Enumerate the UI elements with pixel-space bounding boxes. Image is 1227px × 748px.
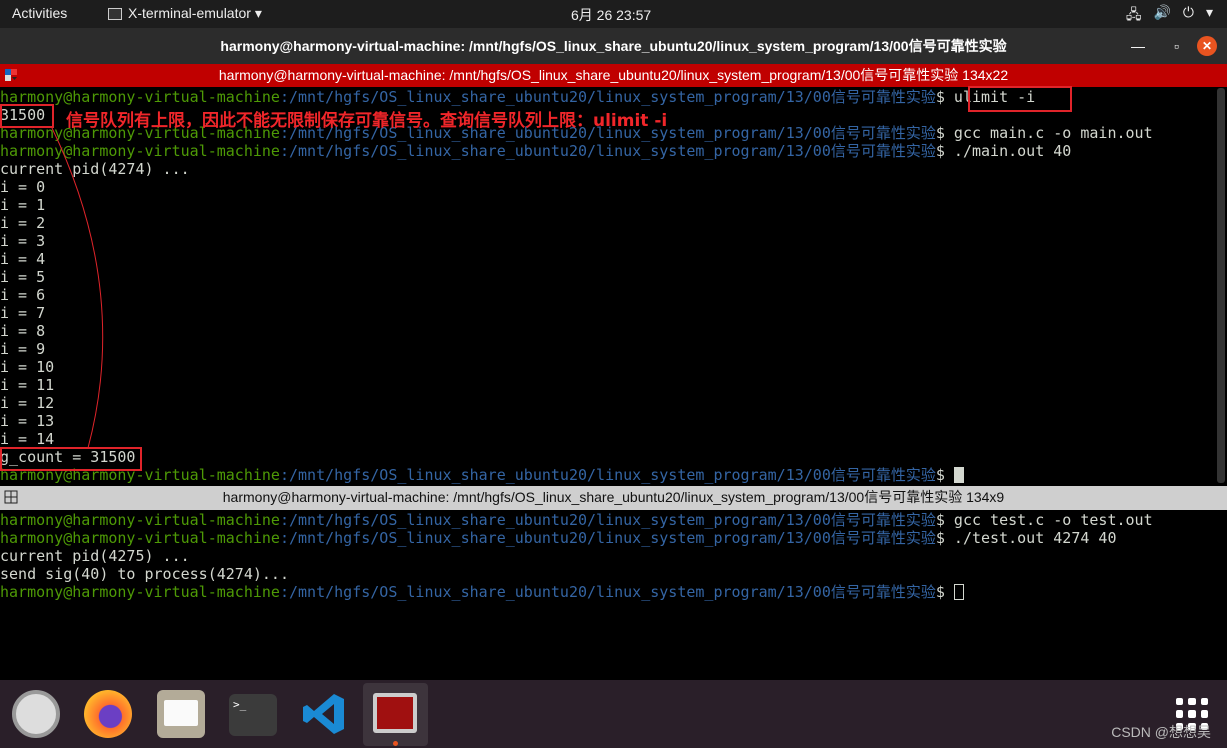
prompt-path: :/mnt/hgfs/OS_linux_share_ubuntu20/linux… — [279, 88, 936, 106]
prompt-path: :/mnt/hgfs/OS_linux_share_ubuntu20/linux… — [279, 466, 936, 484]
output-text: send sig(40) to process(4274)... — [0, 565, 289, 583]
cursor — [953, 584, 964, 600]
terminal-pane-bottom[interactable]: harmony@harmony-virtual-machine:/mnt/hgf… — [0, 511, 1153, 601]
settings-icon[interactable] — [12, 690, 60, 738]
close-button[interactable]: ✕ — [1197, 36, 1217, 56]
terminal-line: harmony@harmony-virtual-machine:/mnt/hgf… — [0, 529, 1153, 547]
prompt-path: :/mnt/hgfs/OS_linux_share_ubuntu20/linux… — [279, 529, 936, 547]
files-icon[interactable] — [157, 690, 205, 738]
prompt-user: harmony@harmony-virtual-machine — [0, 583, 280, 601]
cursor — [953, 467, 964, 483]
pane-title: harmony@harmony-virtual-machine: /mnt/hg… — [222, 489, 1005, 505]
terminal-line: send sig(40) to process(4274)... — [0, 565, 1153, 583]
command: $ — [935, 583, 954, 601]
highlight-box-ulimit — [968, 86, 1072, 112]
terminal-line: current pid(4275) ... — [0, 547, 1153, 565]
terminal-line: harmony@harmony-virtual-machine:/mnt/hgf… — [0, 511, 1153, 529]
maximize-button[interactable]: ▫ — [1174, 28, 1179, 64]
output-text: current pid(4275) ... — [0, 547, 190, 565]
scrollbar[interactable] — [1217, 88, 1225, 483]
watermark: CSDN @想想吴 — [1111, 724, 1211, 740]
dock: >_ — [0, 680, 1227, 748]
pane-title: harmony@harmony-virtual-machine: /mnt/hg… — [218, 67, 1009, 83]
clock[interactable]: 6月 26 23:57 — [571, 5, 651, 25]
command: $ — [935, 466, 954, 484]
pane-titlebar-bottom[interactable]: harmony@harmony-virtual-machine: /mnt/hg… — [0, 486, 1227, 510]
prompt-path: :/mnt/hgfs/OS_linux_share_ubuntu20/linux… — [279, 583, 936, 601]
command: $ ./main.out 40 — [935, 142, 1072, 160]
volume-icon[interactable]: 🔊 — [1153, 4, 1170, 28]
pane-menu-icon[interactable] — [4, 490, 18, 504]
prompt-user: harmony@harmony-virtual-machine — [0, 511, 280, 529]
firefox-icon[interactable] — [84, 690, 132, 738]
running-indicator — [393, 741, 398, 746]
terminal-icon[interactable]: >_ — [229, 694, 277, 736]
annotation-arc — [51, 127, 104, 449]
network-icon[interactable]: 🖧 — [1126, 4, 1142, 28]
prompt-path: :/mnt/hgfs/OS_linux_share_ubuntu20/linux… — [279, 142, 936, 160]
x-terminal-emulator-dock-item[interactable] — [363, 683, 428, 746]
window-title: harmony@harmony-virtual-machine: /mnt/hg… — [220, 38, 1007, 54]
power-icon[interactable]: ⏻ — [1183, 4, 1194, 28]
vscode-icon[interactable] — [300, 690, 348, 738]
terminal-line: harmony@harmony-virtual-machine:/mnt/hgf… — [0, 583, 1153, 601]
chevron-down-icon[interactable]: ▾ — [1206, 4, 1213, 28]
minimize-button[interactable]: — — [1131, 28, 1145, 64]
command: $ ./test.out 4274 40 — [935, 529, 1117, 547]
prompt-user: harmony@harmony-virtual-machine — [0, 529, 280, 547]
prompt-path: :/mnt/hgfs/OS_linux_share_ubuntu20/linux… — [279, 511, 936, 529]
command: $ gcc main.c -o main.out — [935, 124, 1153, 142]
system-tray[interactable]: 🖧 🔊 ⏻ ▾ — [1126, 4, 1213, 28]
command: $ gcc test.c -o test.out — [935, 511, 1153, 529]
